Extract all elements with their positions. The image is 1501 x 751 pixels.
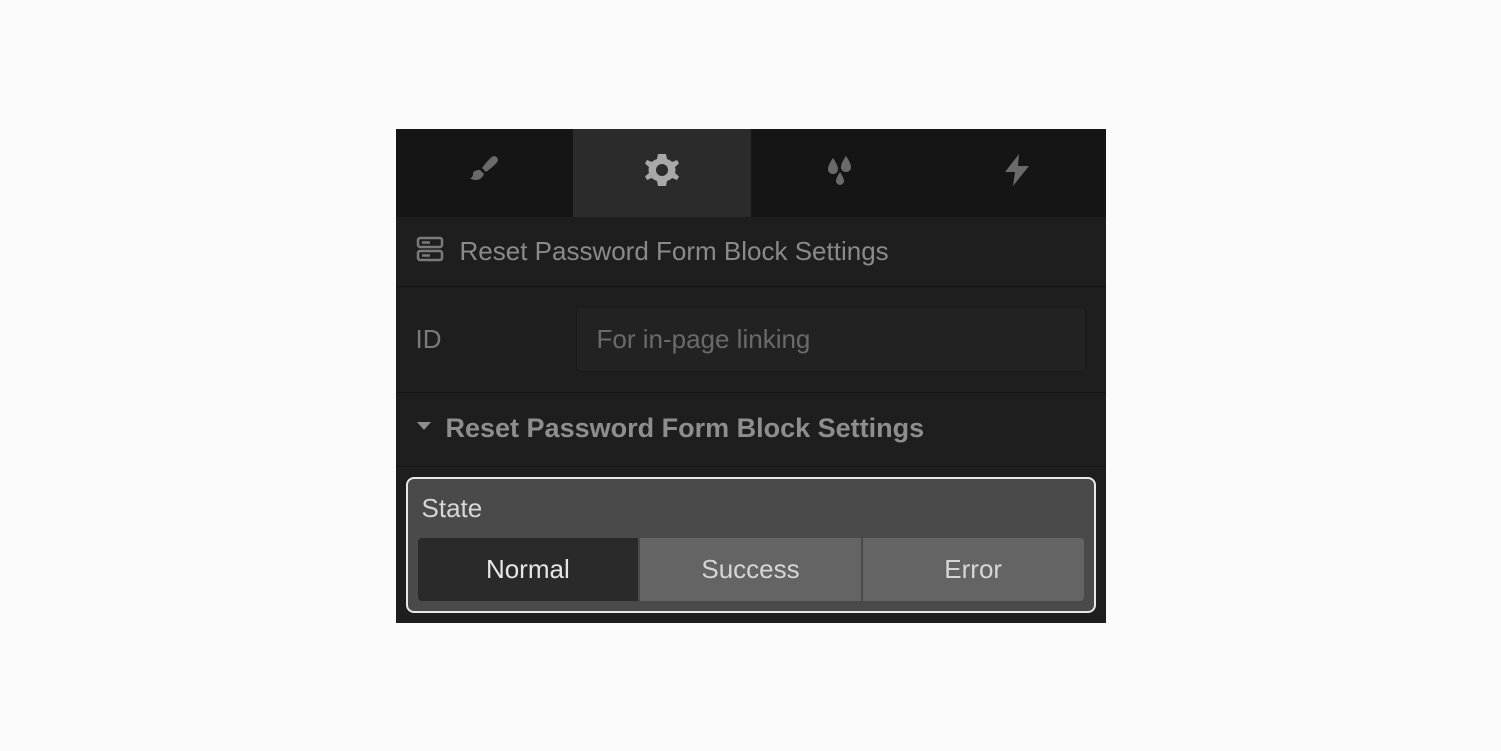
id-field-row: ID bbox=[396, 287, 1106, 393]
tab-effects[interactable] bbox=[751, 129, 929, 217]
state-option-success[interactable]: Success bbox=[640, 538, 861, 601]
id-input[interactable] bbox=[576, 307, 1086, 372]
form-block-icon bbox=[416, 235, 444, 268]
settings-panel: Reset Password Form Block Settings ID Re… bbox=[396, 129, 1106, 623]
state-segmented-control: Normal Success Error bbox=[418, 538, 1084, 601]
caret-down-icon bbox=[416, 419, 432, 437]
breadcrumb: Reset Password Form Block Settings bbox=[396, 217, 1106, 287]
brush-icon bbox=[464, 150, 504, 195]
tab-interactions[interactable] bbox=[928, 129, 1106, 217]
tab-settings[interactable] bbox=[573, 129, 751, 217]
state-group: State Normal Success Error bbox=[406, 477, 1096, 613]
state-label: State bbox=[418, 493, 1084, 538]
tab-style[interactable] bbox=[396, 129, 574, 217]
section-title: Reset Password Form Block Settings bbox=[446, 413, 925, 444]
state-option-normal[interactable]: Normal bbox=[418, 538, 639, 601]
section-header[interactable]: Reset Password Form Block Settings bbox=[396, 393, 1106, 467]
gear-icon bbox=[642, 150, 682, 195]
droplets-icon bbox=[819, 150, 859, 195]
lightning-icon bbox=[997, 150, 1037, 195]
id-label: ID bbox=[416, 324, 556, 355]
state-option-error[interactable]: Error bbox=[863, 538, 1084, 601]
breadcrumb-title: Reset Password Form Block Settings bbox=[460, 236, 889, 267]
panel-tabs bbox=[396, 129, 1106, 217]
